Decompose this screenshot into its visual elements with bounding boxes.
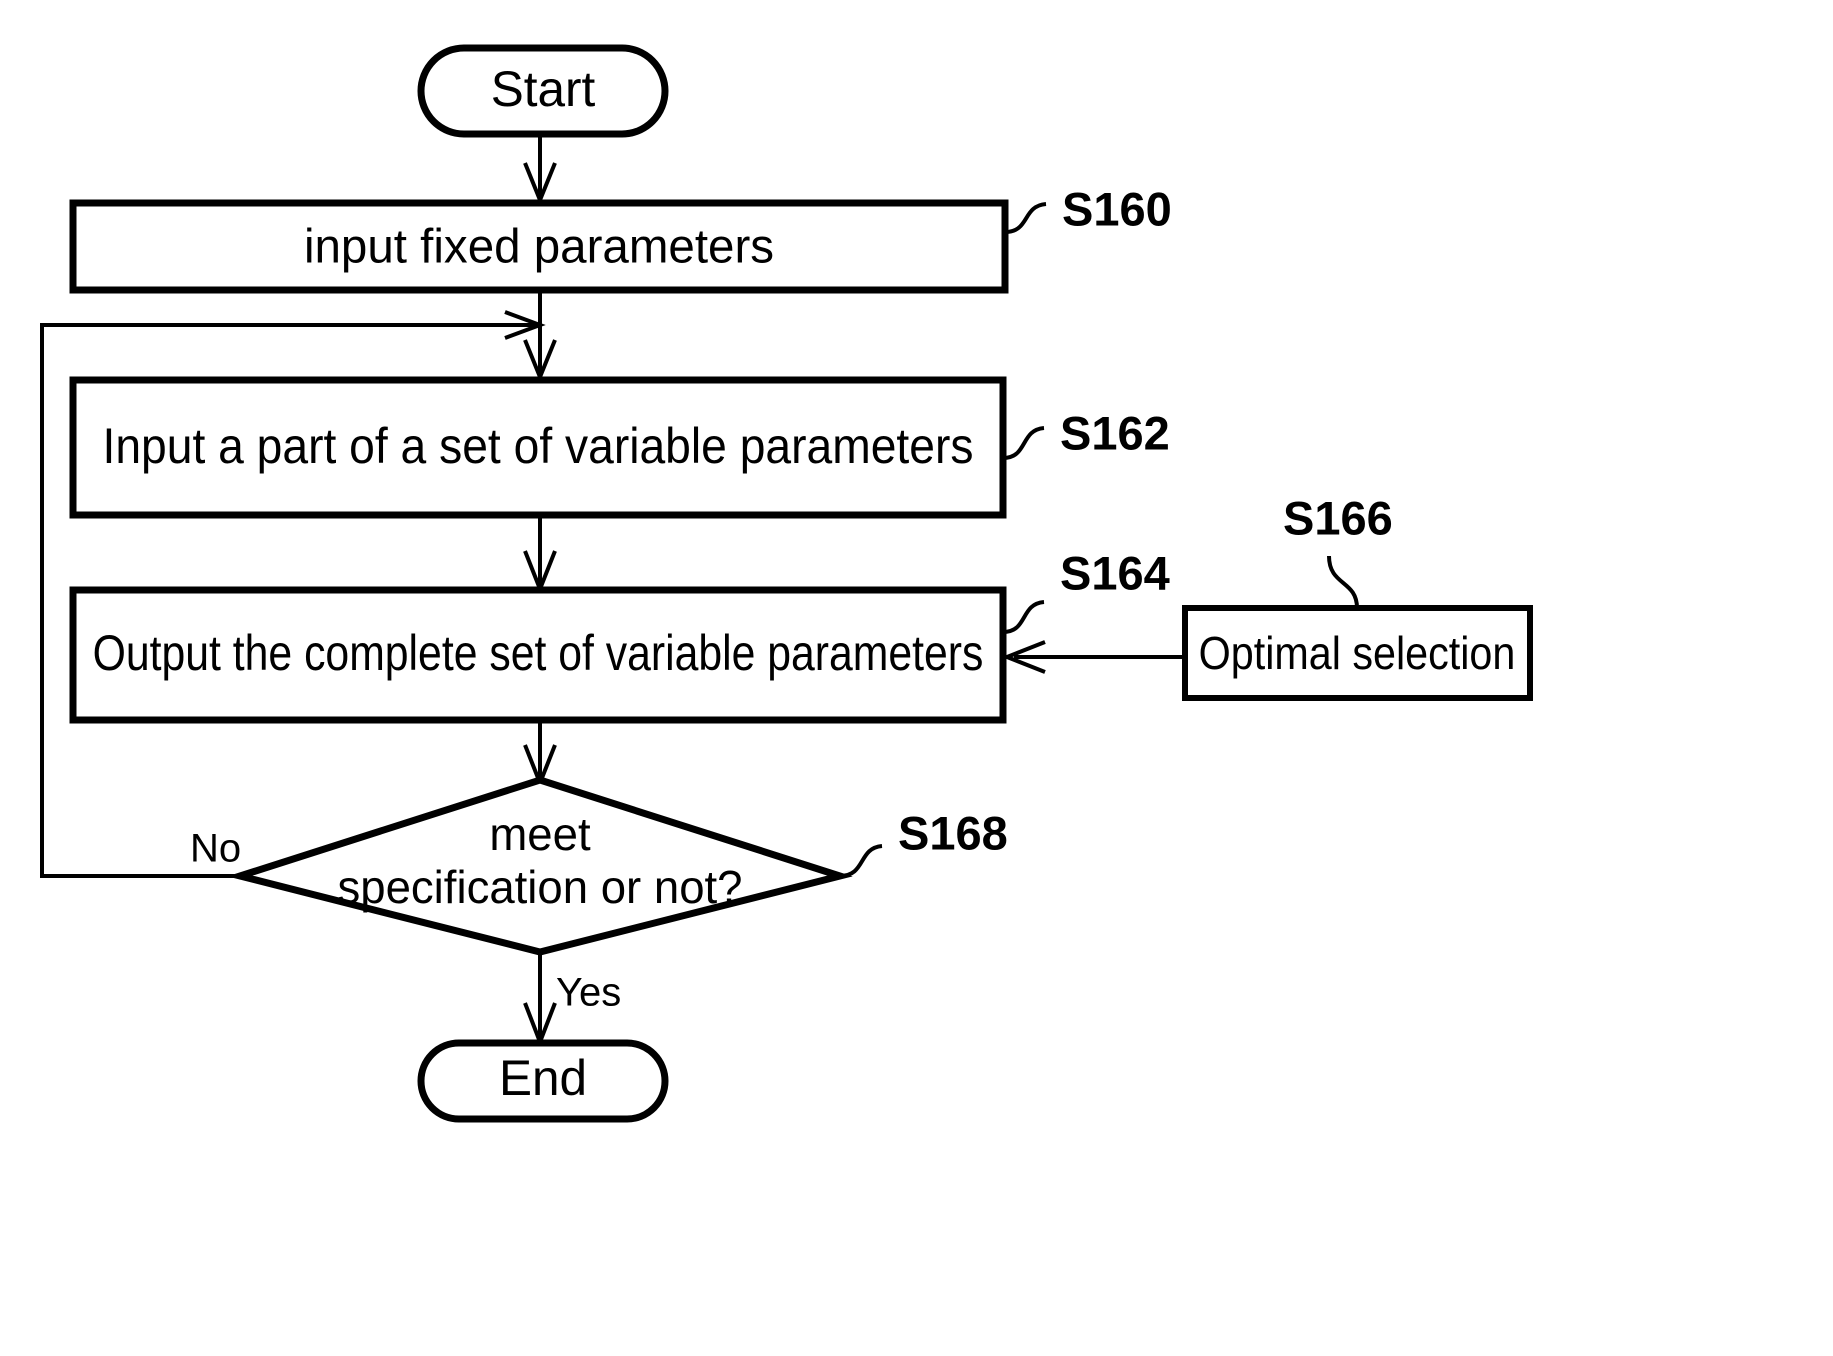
node-s160[interactable]: input fixed parameters xyxy=(69,199,1009,294)
leader-s162 xyxy=(1002,426,1045,460)
flowchart-drawing: Start input fixed parameters Input a par… xyxy=(40,44,1533,1123)
leader-s168 xyxy=(839,844,883,878)
connector-s168-to-end xyxy=(523,952,557,1048)
leader-s164 xyxy=(1002,600,1045,634)
node-s162[interactable]: Input a part of a set of variable parame… xyxy=(69,376,1007,519)
node-s168-label-line2: specification or not? xyxy=(338,862,743,913)
node-s166-optimal-selection[interactable]: Optimal selection xyxy=(1182,605,1533,701)
leader-s166 xyxy=(1327,555,1359,609)
step-label-s160: S160 xyxy=(1062,182,1172,235)
node-s162-label: Input a part of a set of variable parame… xyxy=(103,419,974,475)
step-label-s166: S166 xyxy=(1283,491,1393,544)
step-label-s164: S164 xyxy=(1060,546,1170,599)
node-end[interactable]: End xyxy=(417,1039,669,1123)
connector-s162-to-s164 xyxy=(523,515,557,595)
flowchart-canvas: Start input fixed parameters Input a par… xyxy=(0,0,1833,1356)
node-s160-label: input fixed parameters xyxy=(304,220,774,273)
node-s164[interactable]: Output the complete set of variable para… xyxy=(69,586,1007,724)
node-s164-label: Output the complete set of variable para… xyxy=(93,625,984,681)
connector-s164-to-s168 xyxy=(523,720,557,789)
node-s168-label-line1: meet xyxy=(489,809,591,860)
step-label-s168: S168 xyxy=(898,806,1008,859)
connector-start-to-s160 xyxy=(523,133,557,206)
edge-label-no: No xyxy=(190,827,241,871)
step-label-s162: S162 xyxy=(1060,406,1170,459)
node-end-label: End xyxy=(499,1050,587,1106)
node-s166-label: Optimal selection xyxy=(1199,628,1516,680)
connector-s166-to-s164 xyxy=(1001,640,1185,674)
connector-s160-to-s162 xyxy=(523,290,557,383)
edge-label-yes: Yes xyxy=(556,971,621,1015)
node-start[interactable]: Start xyxy=(417,44,669,138)
node-start-label: Start xyxy=(491,61,596,117)
node-s168-decision[interactable]: meet specification or not? xyxy=(227,776,853,956)
leader-s160 xyxy=(1004,202,1047,234)
